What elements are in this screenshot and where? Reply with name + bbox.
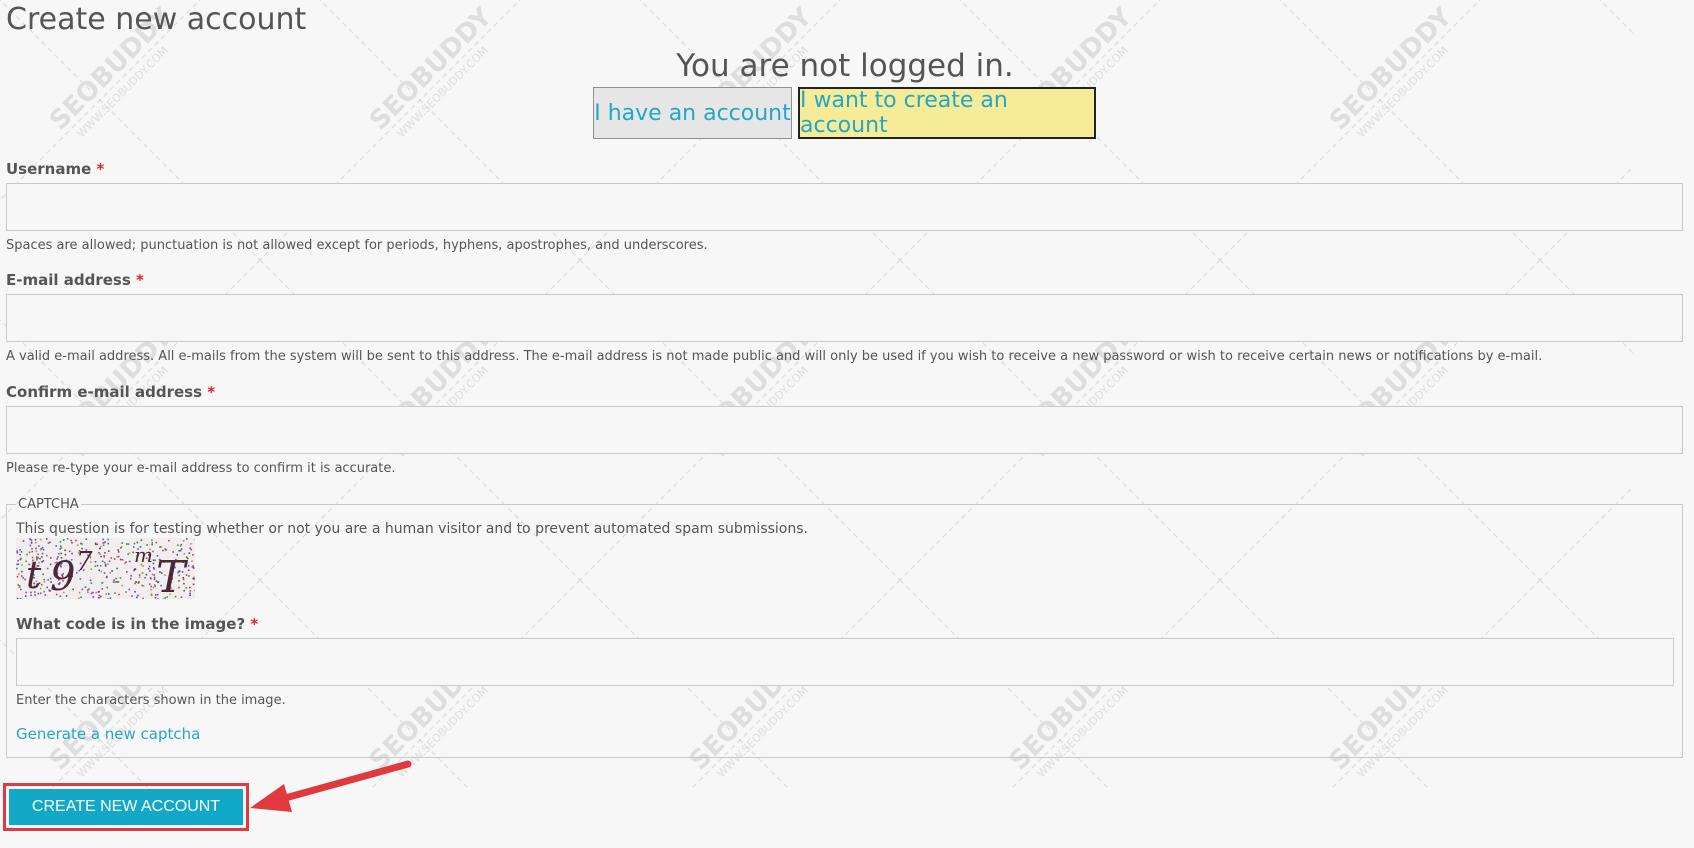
captcha-description: Enter the characters shown in the image. (16, 693, 286, 708)
confirm-email-label: Confirm e-mail address * (6, 383, 215, 401)
confirm-email-description: Please re-type your e-mail address to co… (6, 461, 396, 476)
captcha-intro: This question is for testing whether or … (16, 521, 808, 537)
create-new-account-button[interactable]: CREATE NEW ACCOUNT (9, 789, 243, 825)
svg-text:9: 9 (50, 554, 75, 599)
required-marker: * (136, 271, 144, 289)
have-account-button[interactable]: I have an account (593, 87, 792, 139)
email-description: A valid e-mail address. All e-mails from… (6, 349, 1543, 364)
login-status-message: You are not logged in. (676, 48, 1014, 84)
captcha-code-label: What code is in the image? * (16, 615, 258, 633)
submit-highlight-box: CREATE NEW ACCOUNT (3, 783, 249, 831)
username-label: Username * (6, 160, 104, 178)
username-label-text: Username (6, 160, 92, 178)
username-description: Spaces are allowed; punctuation is not a… (6, 238, 708, 253)
confirm-email-input[interactable] (6, 406, 1683, 454)
captcha-code-input[interactable] (16, 638, 1674, 686)
svg-text:–: – (112, 571, 120, 590)
email-input[interactable] (6, 294, 1683, 342)
create-account-toggle-button[interactable]: I want to create an account (798, 87, 1096, 139)
captcha-legend: CAPTCHA (18, 497, 79, 512)
required-marker: * (96, 160, 105, 178)
captcha-code-label-text: What code is in the image? (16, 615, 246, 633)
email-label: E-mail address * (6, 271, 144, 289)
captcha-image: t 9 7 – m T (16, 538, 195, 599)
svg-text:m: m (134, 543, 153, 567)
username-input[interactable] (6, 183, 1683, 231)
generate-captcha-link[interactable]: Generate a new captcha (16, 725, 200, 743)
svg-text:7: 7 (76, 547, 93, 577)
required-marker: * (207, 383, 216, 401)
required-marker: * (250, 615, 259, 633)
confirm-email-label-text: Confirm e-mail address (6, 383, 203, 401)
email-label-text: E-mail address (6, 271, 131, 289)
svg-text:t: t (26, 553, 42, 597)
svg-text:T: T (156, 552, 189, 599)
page-title: Create new account (6, 2, 307, 37)
